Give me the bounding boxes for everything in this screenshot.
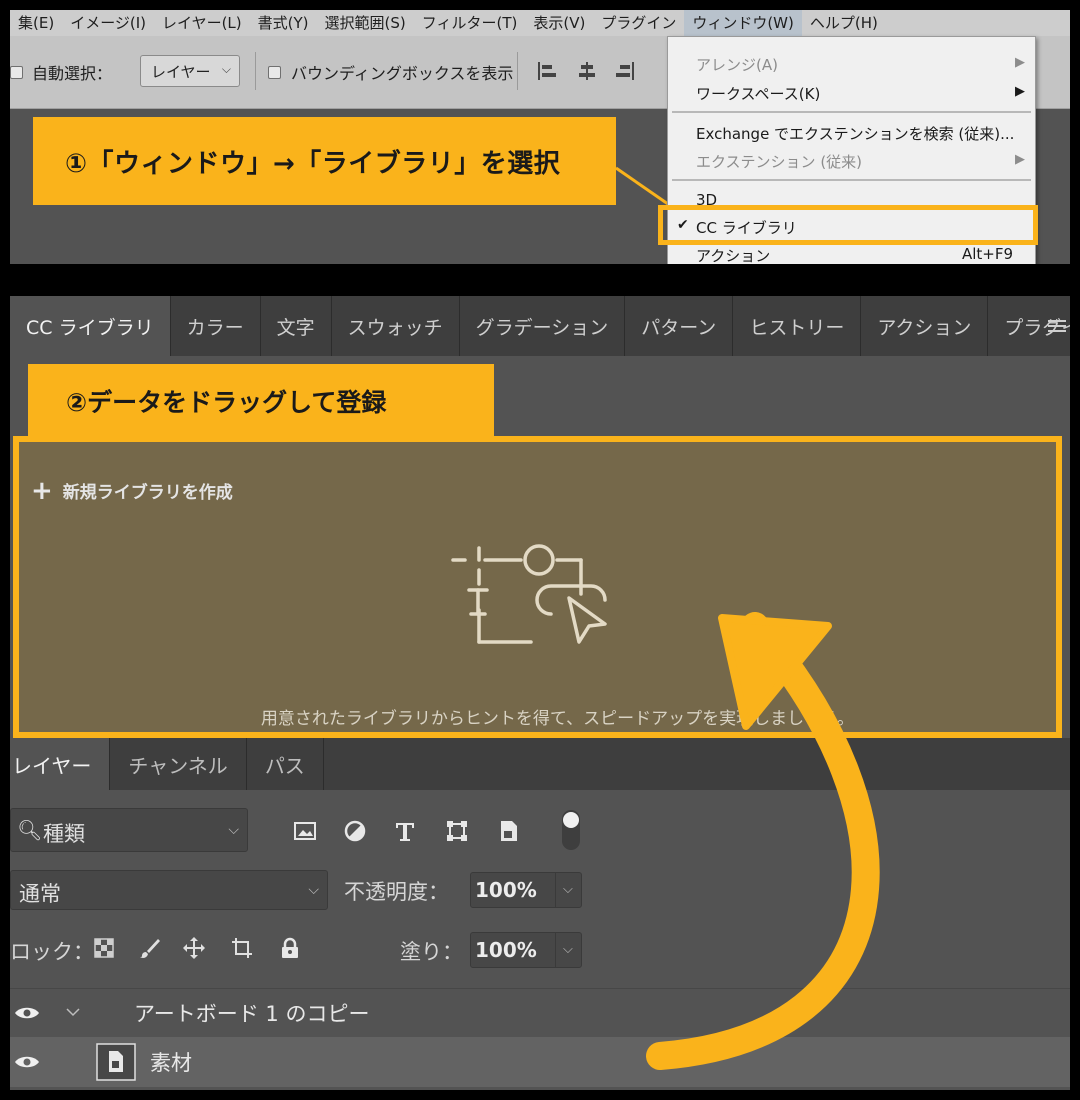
menu-view[interactable]: 表示(V) — [525, 10, 593, 36]
blend-mode-dropdown[interactable]: 通常 ⌵ — [10, 870, 328, 910]
chevron-down-icon[interactable] — [66, 1007, 80, 1017]
chevron-down-icon: ⌵ — [563, 942, 573, 957]
panel-tab-bar: CC ライブラリ カラー 文字 スウォッチ グラデーション パターン ヒストリー… — [10, 296, 1070, 356]
tab-patterns[interactable]: パターン — [625, 296, 734, 356]
align-center-icon[interactable] — [578, 62, 596, 80]
window-menu-dropdown: アレンジ(A) ▶ ワークスペース(K) ▶ Exchange でエクステンショ… — [658, 36, 1038, 264]
visibility-eye-icon[interactable] — [14, 1055, 40, 1069]
fill-label: 塗り： — [400, 940, 463, 964]
window-menu-arrange[interactable]: アレンジ(A) — [696, 54, 778, 75]
artboard-layer-row[interactable]: アートボード 1 のコピー — [10, 988, 1070, 1036]
submenu-arrow-icon: ▶ — [1015, 84, 1025, 99]
search-icon: 🔍︎ — [17, 818, 43, 842]
new-library-label: 新規ライブラリを作成 — [62, 483, 233, 503]
chevron-down-icon: ⌵ — [221, 62, 231, 76]
new-library-button[interactable]: + 新規ライブラリを作成 — [31, 475, 233, 506]
menu-window[interactable]: ウィンドウ(W) — [684, 10, 802, 36]
opacity-value: 100% — [475, 878, 537, 902]
library-drop-zone[interactable]: + 新規ライブラリを作成 用意されたライブラリからヒントを得て、スピードアップを… — [13, 436, 1062, 738]
opacity-dropdown-button[interactable]: ⌵ — [555, 873, 581, 907]
photoshop-top-window: 集(E) イメージ(I) レイヤー(L) 書式(Y) 選択範囲(S) フィルター… — [10, 10, 1070, 264]
lock-label: ロック： — [10, 940, 94, 964]
submenu-arrow-icon: ▶ — [1015, 152, 1025, 167]
step2-callout-text: ②データをドラッグして登録 — [66, 388, 387, 417]
menu-select[interactable]: 選択範囲(S) — [317, 10, 414, 36]
lock-transparent-pixels-icon[interactable] — [92, 936, 116, 960]
actions-shortcut: Alt+F9 — [961, 245, 1013, 263]
tab-channels[interactable]: チャンネル — [110, 738, 247, 790]
opacity-label: 不透明度： — [344, 880, 449, 904]
adjustment-layer-filter-icon[interactable] — [342, 818, 368, 844]
chevron-down-icon: ⌵ — [228, 822, 239, 838]
tab-swatches[interactable]: スウォッチ — [332, 296, 460, 356]
tab-history[interactable]: ヒストリー — [733, 296, 862, 356]
window-menu-actions[interactable]: アクション — [696, 245, 770, 264]
align-left-icon[interactable] — [538, 62, 556, 80]
step1-callout-text: ①「ウィンドウ」→「ライブラリ」を選択 — [65, 148, 561, 179]
align-right-icon[interactable] — [616, 62, 634, 80]
chevron-down-icon: ⌵ — [308, 882, 319, 898]
options-divider — [517, 52, 518, 90]
smart-object-thumbnail-icon — [96, 1043, 136, 1081]
library-empty-illustration-icon — [451, 544, 607, 644]
type-layer-filter-icon[interactable] — [392, 818, 418, 844]
lock-artboard-icon[interactable] — [230, 936, 254, 960]
layer-row[interactable]: 素材 — [10, 1037, 1070, 1087]
layers-tab-bar: レイヤー チャンネル パス — [10, 738, 1070, 790]
menu-filter[interactable]: フィルター(T) — [414, 10, 526, 36]
auto-select-label: 自動選択： — [32, 64, 113, 83]
layer-name: 素材 — [150, 1051, 192, 1075]
lock-all-icon[interactable] — [278, 936, 302, 960]
window-menu-extensions[interactable]: エクステンション (従来) — [696, 151, 862, 172]
menu-layer[interactable]: レイヤー(L) — [154, 10, 250, 36]
panel-menu-icon[interactable] — [1048, 320, 1066, 334]
menu-help[interactable]: ヘルプ(H) — [802, 10, 886, 36]
submenu-arrow-icon: ▶ — [1015, 55, 1025, 70]
pixel-layer-filter-icon[interactable] — [292, 818, 318, 844]
library-hint-text: 用意されたライブラリからヒントを得て、スピードアップを実現しましょう。 — [260, 709, 855, 729]
menu-separator — [672, 179, 1031, 181]
window-menu-exchange[interactable]: Exchange でエクステンションを検索 (従来)... — [696, 123, 1014, 144]
artboard-name: アートボード 1 のコピー — [134, 1002, 370, 1026]
blend-mode-value: 通常 — [19, 882, 61, 906]
cc-libraries-highlight-box — [658, 205, 1038, 245]
lock-image-pixels-brush-icon[interactable] — [138, 936, 162, 960]
fill-dropdown-button[interactable]: ⌵ — [555, 933, 581, 967]
plus-icon: + — [31, 475, 53, 506]
options-divider — [255, 52, 256, 90]
filter-toggle-switch[interactable] — [560, 808, 582, 852]
menu-bar: 集(E) イメージ(I) レイヤー(L) 書式(Y) 選択範囲(S) フィルター… — [10, 10, 1070, 36]
tab-cc-libraries[interactable]: CC ライブラリ — [10, 296, 171, 356]
tab-color[interactable]: カラー — [171, 296, 261, 356]
layer-filter-value: 種類 — [43, 822, 85, 846]
tab-paths[interactable]: パス — [247, 738, 324, 790]
shape-layer-filter-icon[interactable] — [444, 818, 470, 844]
auto-select-target-value: レイヤー — [151, 63, 211, 81]
tab-gradients[interactable]: グラデーション — [460, 296, 626, 356]
tab-character[interactable]: 文字 — [261, 296, 332, 356]
fill-value: 100% — [475, 938, 537, 962]
bounding-box-label: バウンディングボックスを表示 — [291, 64, 514, 83]
smart-object-filter-icon[interactable] — [496, 818, 522, 844]
auto-select-checkbox[interactable] — [10, 66, 23, 79]
lock-position-move-icon[interactable] — [182, 936, 206, 960]
window-menu-workspace[interactable]: ワークスペース(K) — [696, 83, 820, 104]
step2-callout: ②データをドラッグして登録 — [28, 364, 494, 438]
menu-edit[interactable]: 集(E) — [10, 10, 62, 36]
menu-plugins[interactable]: プラグイン — [593, 10, 684, 36]
menu-image[interactable]: イメージ(I) — [62, 10, 154, 36]
photoshop-panels-window: CC ライブラリ カラー 文字 スウォッチ グラデーション パターン ヒストリー… — [10, 296, 1070, 1090]
menu-separator — [672, 111, 1031, 113]
bounding-box-checkbox[interactable] — [268, 66, 281, 79]
chevron-down-icon: ⌵ — [563, 882, 573, 897]
step1-callout: ①「ウィンドウ」→「ライブラリ」を選択 — [33, 117, 616, 205]
menu-type[interactable]: 書式(Y) — [250, 10, 317, 36]
tab-layers[interactable]: レイヤー — [10, 738, 111, 790]
opacity-field[interactable]: 100% ⌵ — [470, 872, 582, 908]
visibility-eye-icon[interactable] — [14, 1006, 40, 1020]
auto-select-target-dropdown[interactable]: レイヤー ⌵ — [140, 55, 240, 87]
fill-field[interactable]: 100% ⌵ — [470, 932, 582, 968]
tab-actions[interactable]: アクション — [861, 296, 989, 356]
layer-filter-dropdown[interactable]: 🔍︎ 種類 ⌵ — [10, 808, 248, 852]
